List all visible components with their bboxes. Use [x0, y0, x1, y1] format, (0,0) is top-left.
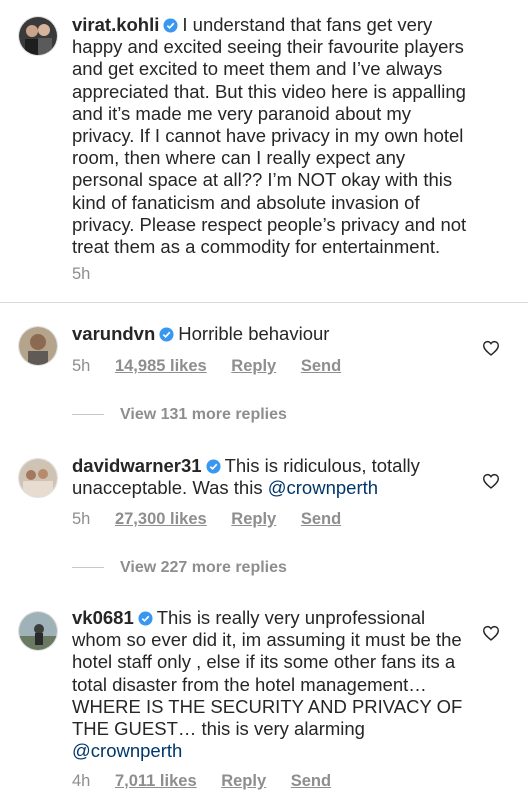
avatar[interactable]: [18, 326, 58, 366]
likes-count[interactable]: 14,985 likes: [115, 357, 207, 375]
heart-icon[interactable]: [482, 340, 500, 356]
reply-button[interactable]: Reply: [231, 510, 276, 528]
timestamp: 4h: [72, 772, 91, 790]
divider: [0, 302, 528, 303]
verified-badge-icon: [206, 459, 221, 474]
reply-button[interactable]: Reply: [231, 357, 276, 375]
heart-icon[interactable]: [482, 473, 500, 489]
verified-badge-icon: [138, 611, 153, 626]
comment-text: vk0681 This is really very unprofessional…: [72, 607, 464, 762]
timestamp: 5h: [72, 357, 91, 375]
replies-divider: [72, 414, 104, 416]
view-replies-label: View 227 more replies: [120, 559, 287, 576]
likes-count[interactable]: 27,300 likes: [115, 510, 207, 528]
comment-body: Horrible behaviour: [178, 323, 330, 344]
reply-button[interactable]: Reply: [221, 772, 266, 790]
send-button[interactable]: Send: [291, 772, 331, 790]
send-button[interactable]: Send: [301, 357, 341, 375]
avatar[interactable]: [18, 16, 58, 56]
avatar[interactable]: [18, 458, 58, 498]
verified-badge-icon: [163, 18, 178, 33]
verified-badge-icon: [159, 327, 174, 342]
timestamp: 5h: [72, 510, 91, 528]
username[interactable]: virat.kohli: [72, 14, 159, 35]
username[interactable]: vk0681: [72, 607, 134, 628]
view-replies-label: View 131 more replies: [120, 406, 287, 423]
comment-meta: 4h 7,011 likes Reply Send: [72, 771, 351, 791]
view-replies-button[interactable]: View 131 more replies: [72, 405, 287, 425]
avatar[interactable]: [18, 611, 58, 651]
timestamp: 5h: [72, 265, 91, 283]
send-button[interactable]: Send: [301, 510, 341, 528]
comment-meta: 5h 27,300 likes Reply Send: [72, 509, 361, 529]
comment-meta: 5h 14,985 likes Reply Send: [72, 356, 361, 376]
view-replies-button[interactable]: View 227 more replies: [72, 558, 287, 578]
caption-body: I understand that fans get very happy an…: [72, 14, 467, 258]
comment-text: davidwarner31 This is ridiculous, totally…: [72, 455, 462, 499]
mention-link[interactable]: @crownperth: [268, 477, 378, 498]
username[interactable]: davidwarner31: [72, 455, 202, 476]
username[interactable]: varundvn: [72, 323, 155, 344]
heart-icon[interactable]: [482, 625, 500, 641]
likes-count[interactable]: 7,011 likes: [115, 772, 197, 790]
replies-divider: [72, 567, 104, 569]
mention-link[interactable]: @crownperth: [72, 740, 182, 761]
comment-text: varundvn Horrible behaviour: [72, 323, 462, 345]
caption-meta: 5h: [72, 264, 110, 284]
caption-text: virat.kohli I understand that fans get ve…: [72, 14, 472, 258]
